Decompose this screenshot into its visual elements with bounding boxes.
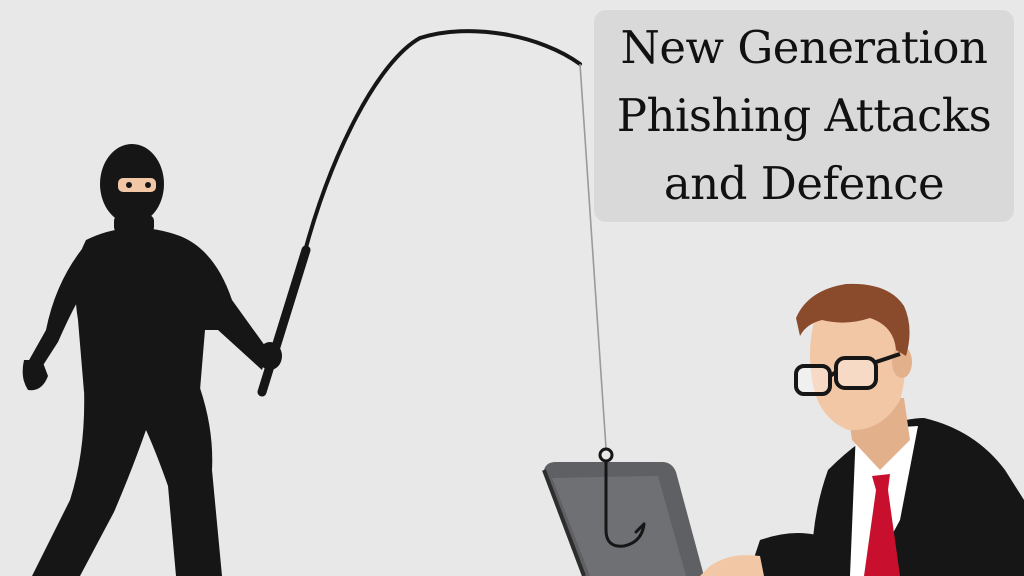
masked-thief-figure: [22, 144, 282, 576]
title-card: New Generation Phishing Attacks and Defe…: [594, 10, 1014, 222]
businessman-with-glasses: [700, 283, 1024, 576]
title-line-3: and Defence: [663, 157, 945, 210]
title-line-2: Phishing Attacks: [616, 89, 992, 142]
title-line-1: New Generation: [620, 21, 988, 74]
fishing-rod: [298, 29, 582, 272]
laptop: [542, 462, 704, 576]
